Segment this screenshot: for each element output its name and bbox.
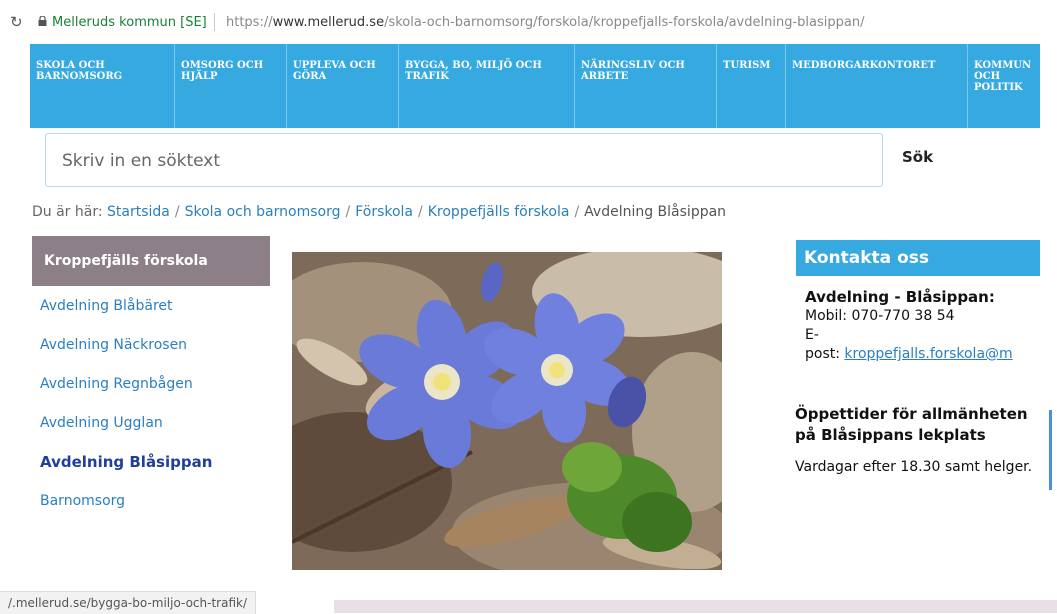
reload-icon[interactable]: ↻: [10, 13, 23, 31]
sidebar-item-regnbagen[interactable]: Avdelning Regnbågen: [40, 374, 212, 413]
divider: [214, 13, 215, 31]
sidebar-nav: Avdelning Blåbäret Avdelning Näckrosen A…: [40, 296, 212, 530]
url-prefix: https://: [226, 15, 273, 30]
search-box: [45, 133, 883, 187]
breadcrumb-link-kroppefjall[interactable]: Kroppefjälls förskola: [428, 204, 570, 220]
breadcrumb-separator: /: [174, 204, 180, 220]
nav-item-skola[interactable]: SKOLA OCH BARNOMSORG: [30, 44, 175, 128]
breadcrumb-separator: /: [345, 204, 351, 220]
nav-item-uppleva[interactable]: UPPLEVA OCH GÖRA: [287, 44, 399, 128]
opening-hours-heading: Öppettider för allmänheten på Blåsippans…: [795, 405, 1028, 444]
url-field[interactable]: https://www.mellerud.se/skola-och-barnom…: [226, 15, 864, 30]
hepatica-flower-image: [292, 252, 722, 570]
breadcrumb-current: Avdelning Blåsippan: [584, 204, 727, 220]
opening-hours-text: Vardagar efter 18.30 samt helger.: [795, 459, 1033, 475]
sidebar-item-ugglan[interactable]: Avdelning Ugglan: [40, 413, 212, 452]
breadcrumb-link-skola[interactable]: Skola och barnomsorg: [185, 204, 341, 220]
nav-item-turism[interactable]: TURISM: [717, 44, 786, 128]
contact-email-label-2: post:: [805, 346, 840, 362]
sidebar-item-blasippan[interactable]: Avdelning Blåsippan: [40, 452, 212, 491]
sidebar-heading[interactable]: Kroppefjälls förskola: [32, 236, 270, 286]
site-identity: Melleruds kommun [SE]: [52, 15, 207, 30]
sidebar-item-blabaret[interactable]: Avdelning Blåbäret: [40, 296, 212, 335]
url-path: /skola-och-barnomsorg/forskola/kroppefja…: [384, 15, 865, 30]
footer-strip: [334, 600, 1057, 613]
search-input[interactable]: [60, 146, 844, 176]
browser-status-bar: /.mellerud.se/bygga-bo-miljo-och-trafik/: [0, 591, 257, 614]
nav-item-kommun[interactable]: KOMMUN OCH POLITIK: [968, 44, 1040, 128]
url-domain: www.mellerud.se: [272, 15, 385, 30]
contact-name: Avdelning - Blåsippan:: [805, 288, 995, 306]
sidebar-item-nackrosen[interactable]: Avdelning Näckrosen: [40, 335, 212, 374]
main-navigation: SKOLA OCH BARNOMSORG OMSORG OCH HJÄLP UP…: [30, 44, 1040, 128]
nav-item-omsorg[interactable]: OMSORG OCH HJÄLP: [175, 44, 287, 128]
browser-address-bar: ↻ Melleruds kommun [SE] https://www.mell…: [0, 0, 1057, 44]
sidebar-item-barnomsorg[interactable]: Barnomsorg: [40, 491, 212, 530]
contact-heading: Kontakta oss: [796, 240, 1040, 276]
breadcrumb: Du är här: Startsida / Skola och barnomsor…: [32, 204, 726, 220]
breadcrumb-separator: /: [574, 204, 580, 220]
nav-item-bygga[interactable]: BYGGA, BO, MILJÖ OCH TRAFIK: [399, 44, 575, 128]
contact-email-row: post: kroppefjalls.forskola@m: [805, 345, 1040, 364]
contact-phone: Mobil: 070-770 38 54: [805, 308, 955, 324]
lock-icon: [38, 16, 47, 26]
flower-photo: [292, 252, 722, 570]
nav-item-medborgarkontoret[interactable]: MEDBORGARKONTORET: [786, 44, 968, 128]
breadcrumb-prefix: Du är här:: [32, 204, 103, 220]
search-button[interactable]: Sök: [890, 148, 945, 166]
breadcrumb-separator: /: [418, 204, 423, 220]
breadcrumb-link-forskola[interactable]: Förskola: [355, 204, 413, 220]
contact-email-link[interactable]: kroppefjalls.forskola@m: [844, 346, 1012, 362]
nav-item-naringsliv[interactable]: NÄRINGSLIV OCH ARBETE: [575, 44, 717, 128]
contact-email-label: E-: [805, 327, 819, 343]
scrollbar-indicator[interactable]: [1049, 410, 1052, 490]
breadcrumb-link-startsida[interactable]: Startsida: [107, 204, 170, 220]
contact-info: Avdelning - Blåsippan: Mobil: 070-770 38…: [805, 288, 1040, 364]
